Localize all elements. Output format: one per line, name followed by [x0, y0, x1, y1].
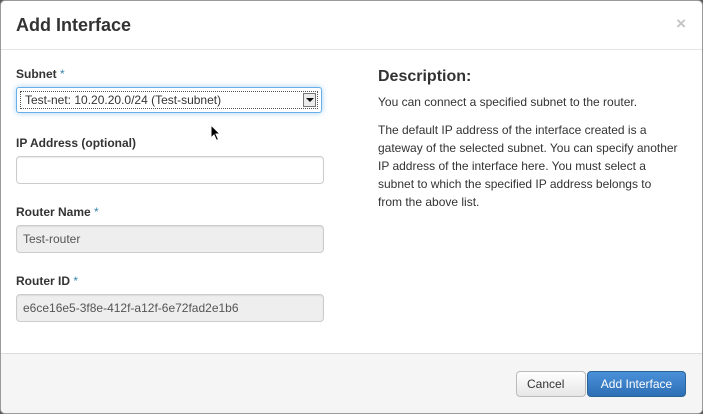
required-mark: * — [73, 274, 79, 288]
add-interface-modal: Add Interface × Subnet * Test-net: 10.20… — [0, 0, 703, 414]
router-name-input: Test-router — [16, 225, 324, 253]
subnet-select[interactable]: Test-net: 10.20.20.0/24 (Test-subnet) — [16, 87, 322, 113]
subnet-label: Subnet * — [16, 66, 65, 82]
description-paragraph: The default IP address of the interface … — [378, 123, 678, 209]
subnet-selected-value: Test-net: 10.20.20.0/24 (Test-subnet) — [25, 93, 222, 107]
subnet-label-text: Subnet — [16, 67, 57, 81]
router-id-label-text: Router ID — [16, 274, 70, 288]
router-name-label: Router Name * — [16, 204, 99, 220]
subnet-select-focus-ring: Test-net: 10.20.20.0/24 (Test-subnet) — [20, 91, 318, 109]
modal-header: Add Interface × — [1, 1, 702, 50]
router-id-input: e6ce16e5-3f8e-412f-a12f-6e72fad2e1b6 — [16, 294, 324, 322]
router-name-value: Test-router — [23, 232, 81, 246]
description-panel: Description: You can connect a specified… — [378, 67, 678, 221]
router-id-value: e6ce16e5-3f8e-412f-a12f-6e72fad2e1b6 — [23, 301, 239, 315]
chevron-down-icon[interactable] — [303, 93, 316, 107]
description-title: Description: — [378, 68, 472, 85]
ip-address-input[interactable] — [16, 156, 324, 184]
modal-title: Add Interface — [16, 15, 132, 35]
close-icon[interactable]: × — [676, 15, 686, 33]
modal-footer: Cancel Add Interface — [1, 353, 702, 413]
required-mark: * — [60, 67, 65, 81]
router-name-label-text: Router Name — [16, 205, 91, 219]
required-mark: * — [94, 205, 99, 219]
add-interface-button[interactable]: Add Interface — [587, 371, 686, 397]
cancel-button[interactable]: Cancel — [516, 371, 586, 397]
mouse-pointer-icon — [210, 124, 222, 142]
description-paragraph: You can connect a specified subnet to th… — [378, 95, 638, 109]
router-id-label: Router ID * — [16, 273, 78, 289]
ip-address-label: IP Address (optional) — [16, 136, 137, 150]
